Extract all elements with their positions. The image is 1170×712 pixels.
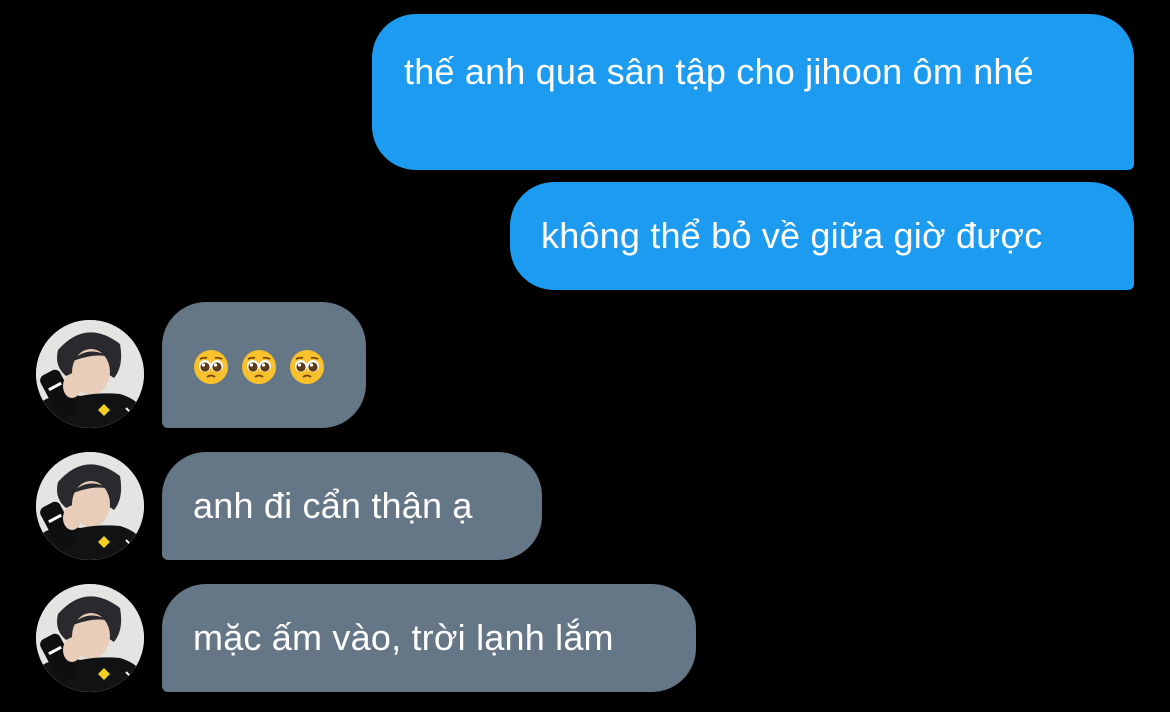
- pleading-face-emoji: [194, 350, 228, 384]
- message-text: không thể bỏ về giữa giờ được: [541, 215, 1043, 256]
- message-text: mặc ấm vào, trời lạnh lắm: [193, 617, 614, 658]
- pleading-face-emoji: [290, 350, 324, 384]
- incoming-message-bubble[interactable]: [162, 302, 366, 428]
- avatar[interactable]: [36, 320, 144, 428]
- avatar-photo: [36, 320, 144, 428]
- avatar-photo: [36, 452, 144, 560]
- outgoing-message-bubble[interactable]: không thể bỏ về giữa giờ được: [510, 182, 1134, 290]
- emoji-row: [193, 343, 366, 391]
- avatar[interactable]: [36, 452, 144, 560]
- incoming-message-bubble[interactable]: anh đi cẩn thận ạ: [162, 452, 542, 560]
- avatar[interactable]: [36, 584, 144, 692]
- message-text: thế anh qua sân tập cho jihoon ôm nhé: [404, 51, 1034, 92]
- avatar-photo: [36, 584, 144, 692]
- pleading-face-emoji: [242, 350, 276, 384]
- outgoing-message-bubble[interactable]: thế anh qua sân tập cho jihoon ôm nhé: [372, 14, 1134, 170]
- incoming-message-bubble[interactable]: mặc ấm vào, trời lạnh lắm: [162, 584, 696, 692]
- message-text: anh đi cẩn thận ạ: [193, 485, 473, 526]
